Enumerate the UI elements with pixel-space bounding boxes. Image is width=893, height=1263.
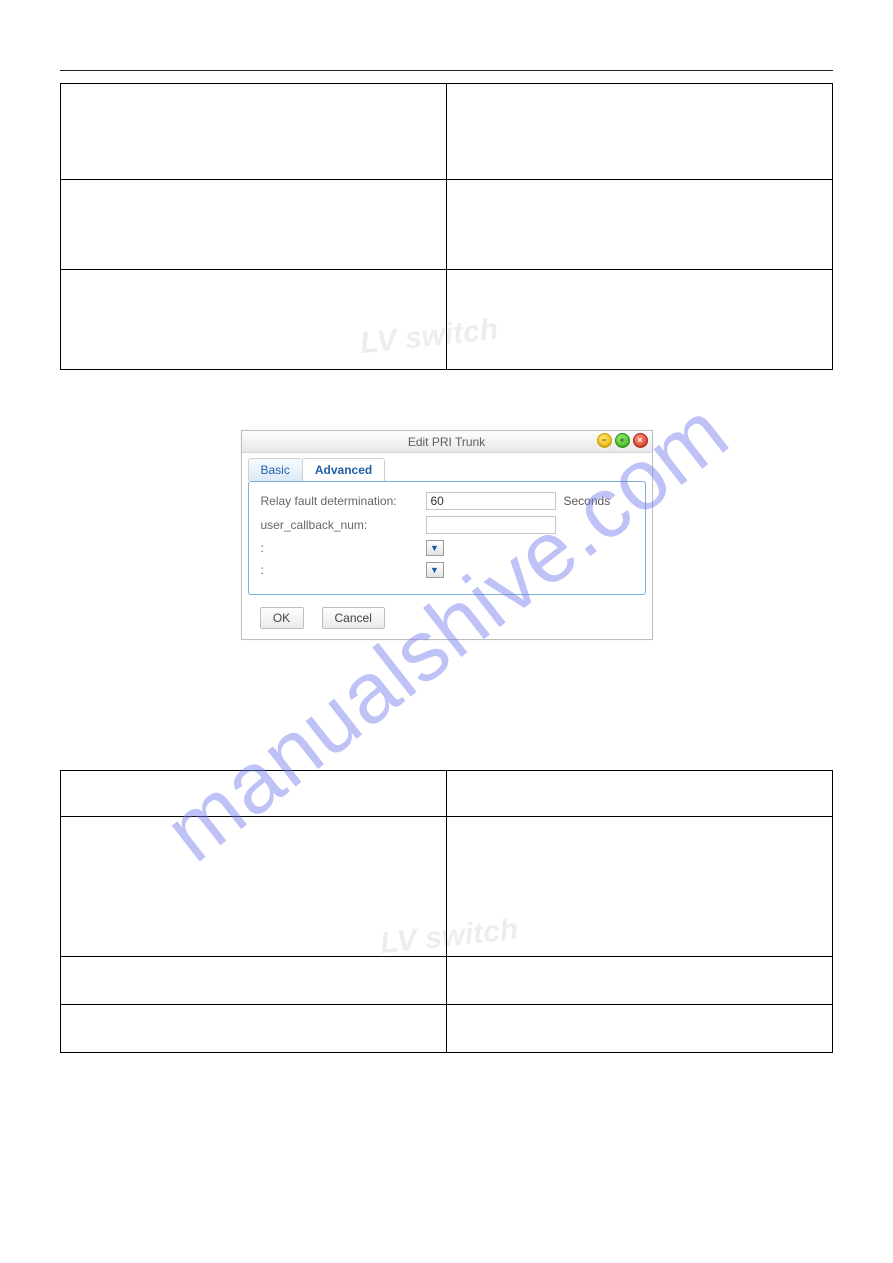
maximize-icon[interactable]: + — [615, 433, 630, 448]
relay-fault-input[interactable] — [426, 492, 556, 510]
ok-button[interactable]: OK — [260, 607, 304, 629]
cancel-button[interactable]: Cancel — [322, 607, 385, 629]
edit-pri-trunk-dialog: Edit PRI Trunk − + × Basic Advanced Rela… — [241, 430, 653, 640]
param2-cell-3 — [61, 817, 447, 957]
page-content: Edit PRI Trunk − + × Basic Advanced Rela… — [0, 0, 893, 1123]
param1-cell-6 — [447, 270, 833, 370]
param2-cell-4 — [447, 817, 833, 957]
select1-dropdown[interactable]: ▼ — [426, 540, 444, 556]
param1-cell-5 — [61, 270, 447, 370]
separator-line — [60, 70, 833, 71]
dialog-buttons: OK Cancel — [242, 603, 652, 639]
tab-basic[interactable]: Basic — [248, 458, 302, 481]
advanced-panel: Relay fault determination: Seconds user_… — [248, 481, 646, 595]
parameter-table-1 — [60, 83, 833, 370]
chevron-down-icon: ▼ — [430, 566, 439, 575]
relay-fault-label: Relay fault determination: — [261, 494, 426, 508]
dialog-titlebar: Edit PRI Trunk − + × — [242, 431, 652, 453]
row-relay-fault: Relay fault determination: Seconds — [261, 492, 633, 510]
chevron-down-icon: ▼ — [430, 544, 439, 553]
param2-cell-1 — [61, 771, 447, 817]
param2-cell-5 — [61, 957, 447, 1005]
relay-fault-unit: Seconds — [564, 494, 611, 508]
param1-cell-2 — [447, 84, 833, 180]
param2-cell-6 — [447, 957, 833, 1005]
dialog-title: Edit PRI Trunk — [242, 431, 652, 453]
close-icon[interactable]: × — [633, 433, 648, 448]
param1-cell-3 — [61, 180, 447, 270]
select2-label: : — [261, 563, 426, 577]
select2-dropdown[interactable]: ▼ — [426, 562, 444, 578]
param1-cell-1 — [61, 84, 447, 180]
select1-label: : — [261, 541, 426, 555]
param2-cell-2 — [447, 771, 833, 817]
user-callback-input[interactable] — [426, 516, 556, 534]
tab-advanced[interactable]: Advanced — [302, 458, 385, 481]
row-user-callback: user_callback_num: — [261, 516, 633, 534]
row-select-1: : ▼ — [261, 540, 633, 556]
parameter-table-2 — [60, 770, 833, 1053]
minimize-icon[interactable]: − — [597, 433, 612, 448]
param2-cell-7 — [61, 1005, 447, 1053]
row-select-2: : ▼ — [261, 562, 633, 578]
dialog-tabbar: Basic Advanced — [242, 453, 652, 481]
user-callback-label: user_callback_num: — [261, 518, 426, 532]
param2-cell-8 — [447, 1005, 833, 1053]
param1-cell-4 — [447, 180, 833, 270]
window-controls: − + × — [597, 433, 648, 448]
